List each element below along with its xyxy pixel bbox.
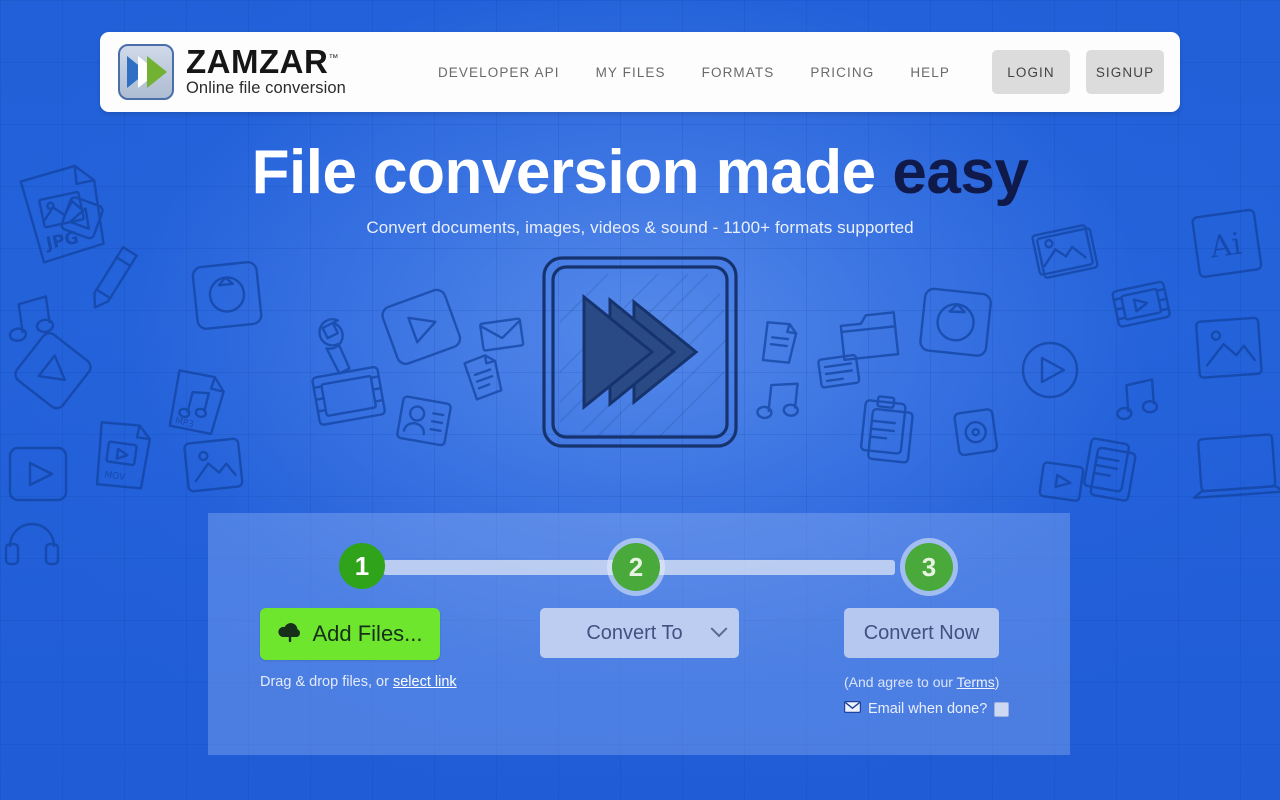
nav-item-pricing[interactable]: PRICING <box>810 65 874 80</box>
site-header: ZAMZAR™ Online file conversion DEVELOPER… <box>100 32 1180 112</box>
chevron-down-icon <box>710 620 728 638</box>
svg-text:MP3: MP3 <box>174 416 195 430</box>
drag-drop-hint: Drag & drop files, or select link <box>260 674 520 690</box>
auth-buttons: LOGIN SIGNUP <box>992 50 1164 94</box>
login-button[interactable]: LOGIN <box>992 50 1070 94</box>
terms-suffix: ) <box>994 674 1000 690</box>
converter-controls: Add Files... Drag & drop files, or selec… <box>208 608 1070 755</box>
email-when-done-checkbox[interactable] <box>994 701 1010 717</box>
signup-button[interactable]: SIGNUP <box>1086 50 1164 94</box>
terms-prefix: (And agree to our <box>844 674 957 690</box>
hero-title-accent: easy <box>892 138 1029 207</box>
main-navigation: DEVELOPER API MY FILES FORMATS PRICING H… <box>438 65 950 80</box>
hero-subtitle: Convert documents, images, videos & soun… <box>366 217 914 237</box>
step-1-column: Add Files... Drag & drop files, or selec… <box>260 608 520 690</box>
converter-panel: 1 2 3 Add Files... Drag & drop files, or… <box>208 513 1070 755</box>
convert-to-select[interactable]: Convert To <box>540 608 739 658</box>
step-3-badge: 3 <box>905 543 953 591</box>
drag-drop-hint-text: Drag & drop files, or <box>260 674 393 690</box>
email-when-done-row: Email when done? <box>844 701 1074 717</box>
double-chevron-logo-icon <box>118 44 174 100</box>
email-when-done-label: Email when done? <box>868 701 988 717</box>
fast-forward-doodle-icon <box>538 252 742 456</box>
step-2-badge: 2 <box>612 543 660 591</box>
logo[interactable]: ZAMZAR™ Online file conversion <box>118 44 346 100</box>
logo-wordmark: ZAMZAR™ <box>186 43 339 81</box>
step-2-column: Convert To <box>540 608 770 658</box>
terms-link[interactable]: Terms <box>957 674 995 690</box>
add-files-button[interactable]: Add Files... <box>260 608 440 660</box>
envelope-icon <box>844 701 862 717</box>
logo-text: ZAMZAR™ Online file conversion <box>186 45 346 99</box>
nav-item-developer-api[interactable]: DEVELOPER API <box>438 65 560 80</box>
convert-now-button[interactable]: Convert Now <box>844 608 999 658</box>
hero-section: File conversion made easy Convert docume… <box>0 140 1280 238</box>
convert-to-selected-value: Convert To <box>586 621 683 644</box>
logo-tagline: Online file conversion <box>186 79 346 98</box>
nav-item-help[interactable]: HELP <box>910 65 950 80</box>
page-title: File conversion made easy <box>0 140 1280 206</box>
svg-text:MOV: MOV <box>104 470 127 483</box>
terms-notice: (And agree to our Terms) <box>844 674 1074 690</box>
page-root: JPG MP3 MOV Ai ZAMZAR™ Online file conve… <box>0 0 1280 800</box>
hero-title-main: File conversion made <box>251 138 877 207</box>
select-link[interactable]: select link <box>393 674 457 690</box>
nav-item-my-files[interactable]: MY FILES <box>596 65 666 80</box>
nav-item-formats[interactable]: FORMATS <box>702 65 775 80</box>
add-files-label: Add Files... <box>312 621 423 646</box>
step-1-badge: 1 <box>339 543 385 589</box>
cloud-upload-icon <box>277 620 303 648</box>
step-indicator: 1 2 3 <box>321 538 957 598</box>
step-3-column: Convert Now (And agree to our Terms) Ema… <box>844 608 1074 717</box>
trademark-symbol: ™ <box>328 53 339 65</box>
